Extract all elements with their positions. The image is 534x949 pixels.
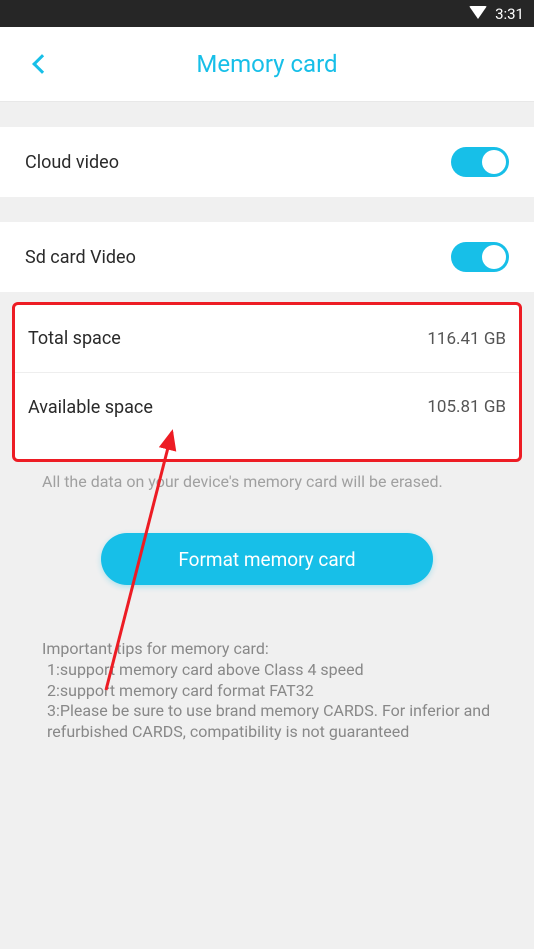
- available-space-label: Available space: [28, 397, 153, 418]
- available-space-value: 105.81 GB: [427, 397, 506, 417]
- tips-title: Important tips for memory card:: [42, 639, 504, 660]
- cloud-video-label: Cloud video: [25, 152, 119, 173]
- cloud-video-toggle[interactable]: [451, 147, 509, 177]
- total-space-label: Total space: [28, 328, 121, 349]
- back-arrow-icon: [32, 54, 52, 74]
- tips-item-3: 3:Please be sure to use brand memory CAR…: [42, 701, 504, 743]
- tips-section: Important tips for memory card: 1:suppor…: [0, 585, 534, 743]
- storage-highlight-box: Total space 116.41 GB Available space 10…: [12, 302, 522, 462]
- row-extra: [15, 441, 519, 459]
- section-gap-small: [0, 292, 534, 302]
- wifi-icon: [469, 6, 487, 19]
- status-time: 3:31: [495, 5, 524, 23]
- total-space-value: 116.41 GB: [427, 329, 506, 349]
- toggle-knob-icon: [482, 150, 506, 174]
- tips-item-2: 2:support memory card format FAT32: [42, 681, 504, 702]
- available-space-row: Available space 105.81 GB: [15, 373, 519, 441]
- app-header: Memory card: [0, 27, 534, 102]
- toggle-knob-icon: [482, 245, 506, 269]
- sd-card-video-row: Sd card Video: [0, 222, 534, 292]
- sd-card-video-toggle[interactable]: [451, 242, 509, 272]
- cloud-video-row: Cloud video: [0, 127, 534, 197]
- back-button[interactable]: [20, 44, 60, 84]
- section-gap: [0, 102, 534, 127]
- section-gap: [0, 197, 534, 222]
- page-title: Memory card: [0, 50, 534, 78]
- tips-item-1: 1:support memory card above Class 4 spee…: [42, 660, 504, 681]
- total-space-row: Total space 116.41 GB: [15, 305, 519, 373]
- format-button-wrap: Format memory card: [0, 491, 534, 585]
- status-bar: 3:31: [0, 0, 534, 27]
- format-warning-text: All the data on your device's memory car…: [0, 462, 534, 491]
- sd-card-video-label: Sd card Video: [25, 247, 136, 268]
- format-memory-card-button[interactable]: Format memory card: [101, 533, 433, 585]
